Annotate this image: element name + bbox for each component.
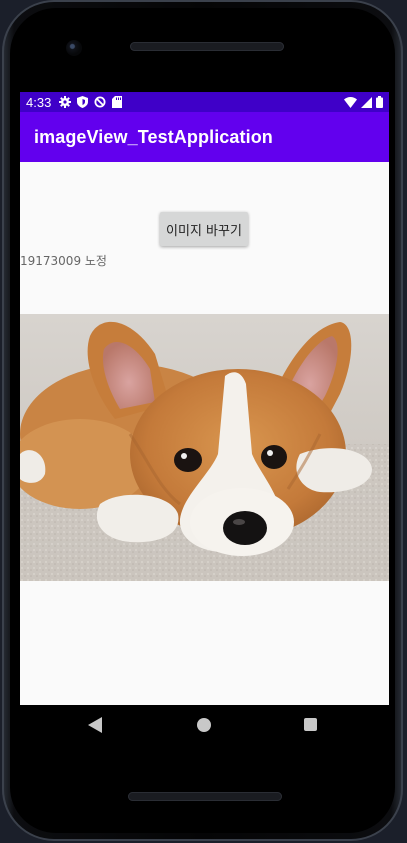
student-label: 19173009 노정 xyxy=(20,254,107,268)
change-image-button[interactable]: 이미지 바꾸기 xyxy=(160,212,248,246)
wifi-icon xyxy=(344,96,357,108)
back-icon[interactable] xyxy=(88,717,102,733)
sync-icon xyxy=(94,96,106,108)
sd-card-icon xyxy=(112,96,123,108)
shield-icon xyxy=(77,96,89,108)
gear-icon xyxy=(59,96,72,108)
battery-icon xyxy=(376,96,383,108)
earpiece-speaker xyxy=(130,42,284,51)
front-camera xyxy=(66,40,82,56)
device-screen: 4:33 imageView_TestApplication 이미지 바꾸기 1… xyxy=(20,92,389,705)
recents-icon[interactable] xyxy=(304,718,317,731)
navigation-bar xyxy=(20,705,389,747)
home-icon[interactable] xyxy=(197,718,211,732)
status-bar: 4:33 xyxy=(20,92,389,112)
app-title: imageView_TestApplication xyxy=(34,126,273,147)
bottom-speaker xyxy=(128,792,282,801)
app-bar: imageView_TestApplication xyxy=(20,112,389,162)
signal-icon xyxy=(361,96,372,108)
corgi-image xyxy=(20,314,389,581)
status-time: 4:33 xyxy=(26,94,52,110)
